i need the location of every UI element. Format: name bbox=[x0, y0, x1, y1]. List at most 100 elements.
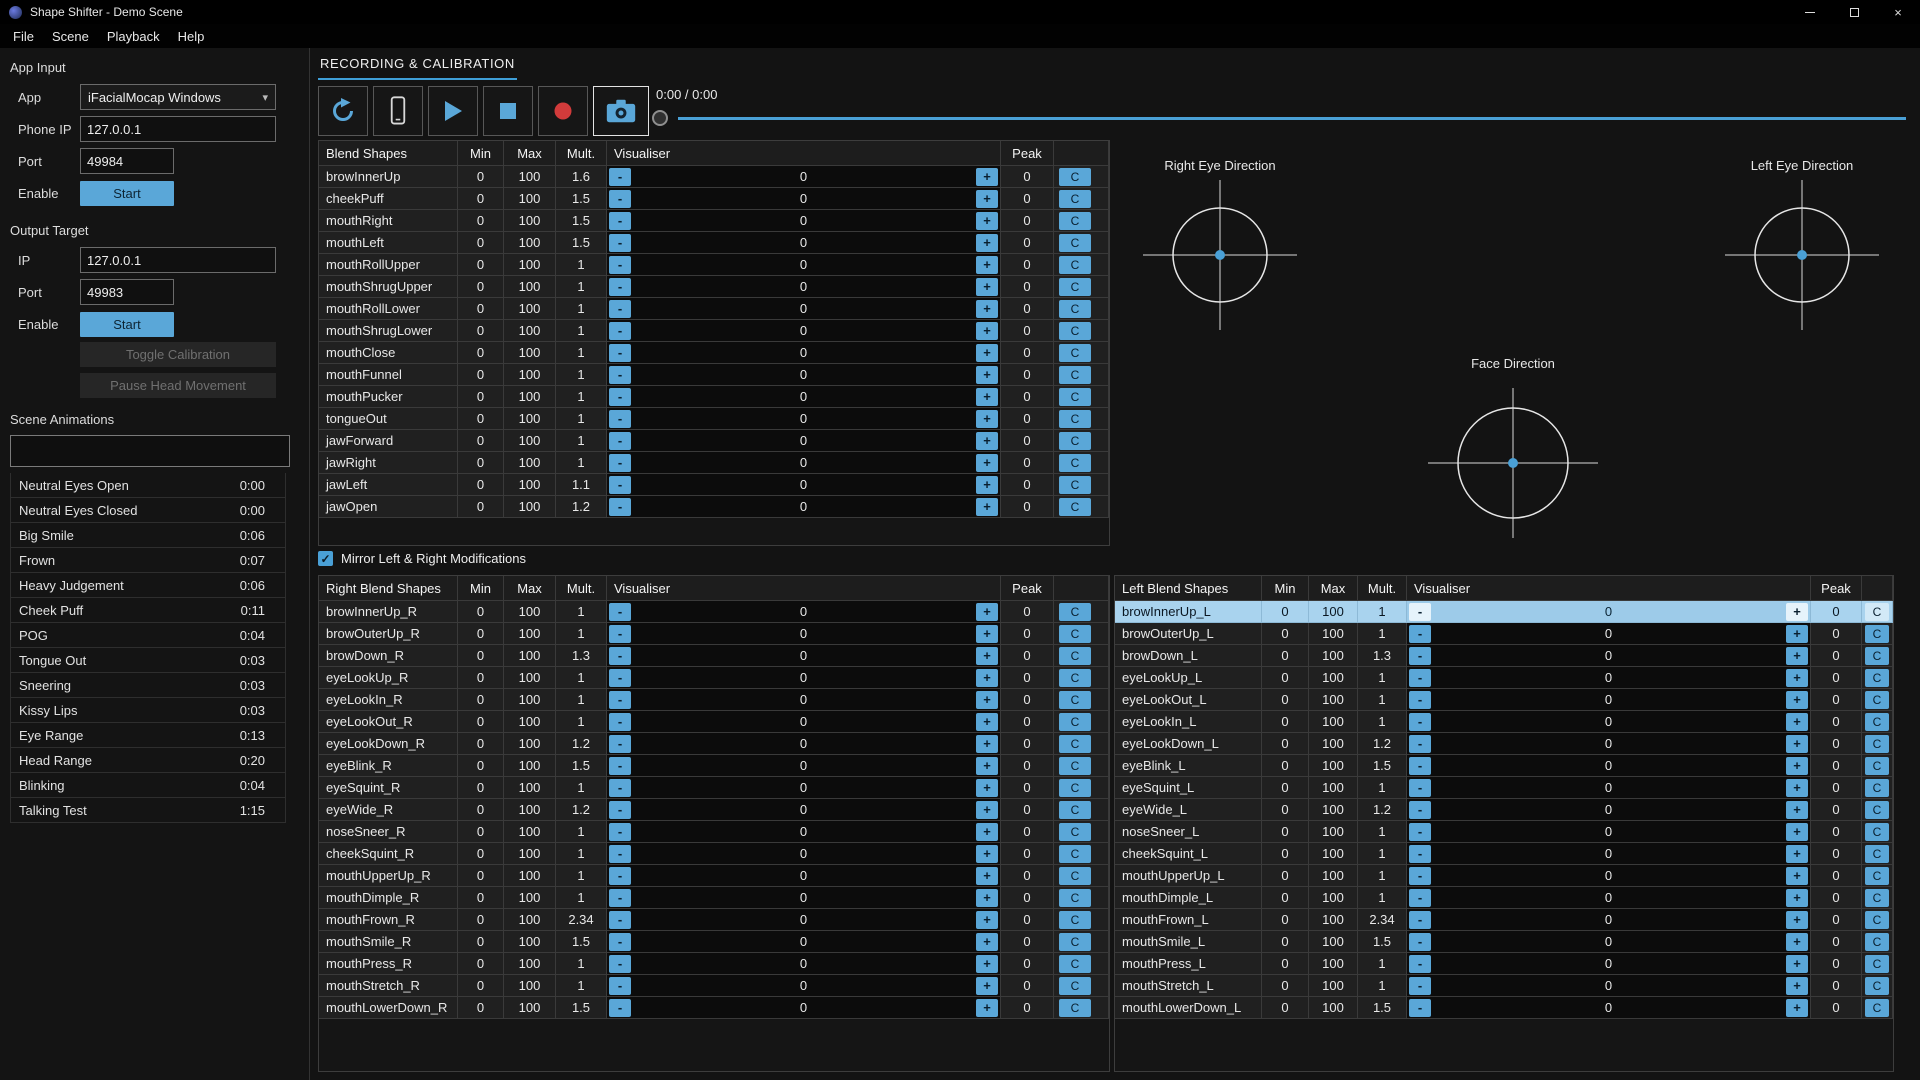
decrease-button[interactable]: - bbox=[609, 690, 631, 709]
blend-shape-row[interactable]: mouthRollUpper 0 100 1 - 0 + 0 C bbox=[319, 254, 1109, 276]
mult-value[interactable]: 1.2 bbox=[556, 733, 607, 755]
calibrate-button[interactable]: C bbox=[1865, 954, 1889, 973]
min-value[interactable]: 0 bbox=[1262, 997, 1309, 1019]
max-value[interactable]: 100 bbox=[1309, 865, 1358, 887]
max-value[interactable]: 100 bbox=[504, 276, 556, 298]
blend-shape-row[interactable]: mouthPress_R 0 100 1 - 0 + 0 C bbox=[319, 953, 1109, 975]
mult-value[interactable]: 1.2 bbox=[1358, 733, 1407, 755]
timeline-knob[interactable] bbox=[652, 110, 668, 126]
increase-button[interactable]: + bbox=[976, 756, 998, 775]
blend-shape-row[interactable]: mouthDimple_R 0 100 1 - 0 + 0 C bbox=[319, 887, 1109, 909]
menu-help[interactable]: Help bbox=[169, 29, 214, 44]
camera-snapshot-button[interactable] bbox=[593, 86, 649, 136]
mult-value[interactable]: 1 bbox=[1358, 887, 1407, 909]
mult-value[interactable]: 1 bbox=[1358, 667, 1407, 689]
calibrate-button[interactable]: C bbox=[1865, 668, 1889, 687]
max-value[interactable]: 100 bbox=[504, 667, 556, 689]
calibrate-button[interactable]: C bbox=[1865, 756, 1889, 775]
increase-button[interactable]: + bbox=[1786, 756, 1808, 775]
animation-list-item[interactable]: Heavy Judgement 0:06 bbox=[10, 573, 286, 598]
max-value[interactable]: 100 bbox=[504, 364, 556, 386]
blend-shape-row[interactable]: browDown_R 0 100 1.3 - 0 + 0 C bbox=[319, 645, 1109, 667]
min-value[interactable]: 0 bbox=[458, 298, 504, 320]
max-value[interactable]: 100 bbox=[504, 320, 556, 342]
increase-button[interactable]: + bbox=[976, 475, 998, 494]
blend-shape-row[interactable]: mouthLeft 0 100 1.5 - 0 + 0 C bbox=[319, 232, 1109, 254]
min-value[interactable]: 0 bbox=[458, 188, 504, 210]
mult-value[interactable]: 1 bbox=[556, 865, 607, 887]
min-value[interactable]: 0 bbox=[1262, 623, 1309, 645]
min-value[interactable]: 0 bbox=[1262, 755, 1309, 777]
mult-value[interactable]: 1 bbox=[556, 821, 607, 843]
mult-value[interactable]: 1.2 bbox=[1358, 799, 1407, 821]
decrease-button[interactable]: - bbox=[609, 497, 631, 516]
decrease-button[interactable]: - bbox=[1409, 646, 1431, 665]
stop-button[interactable] bbox=[483, 86, 533, 136]
blend-shape-row[interactable]: mouthSmile_L 0 100 1.5 - 0 + 0 C bbox=[1115, 931, 1893, 953]
max-value[interactable]: 100 bbox=[1309, 645, 1358, 667]
min-value[interactable]: 0 bbox=[1262, 887, 1309, 909]
animation-list-item[interactable]: Blinking 0:04 bbox=[10, 773, 286, 798]
calibrate-button[interactable]: C bbox=[1865, 822, 1889, 841]
calibrate-button[interactable]: C bbox=[1059, 453, 1091, 472]
calibrate-button[interactable]: C bbox=[1865, 866, 1889, 885]
increase-button[interactable]: + bbox=[1786, 954, 1808, 973]
calibrate-button[interactable]: C bbox=[1059, 690, 1091, 709]
min-value[interactable]: 0 bbox=[1262, 953, 1309, 975]
blend-shape-row[interactable]: eyeWide_R 0 100 1.2 - 0 + 0 C bbox=[319, 799, 1109, 821]
max-value[interactable]: 100 bbox=[504, 342, 556, 364]
min-value[interactable]: 0 bbox=[1262, 799, 1309, 821]
min-value[interactable]: 0 bbox=[458, 645, 504, 667]
calibrate-button[interactable]: C bbox=[1059, 475, 1091, 494]
increase-button[interactable]: + bbox=[976, 602, 998, 621]
animation-list-item[interactable]: Kissy Lips 0:03 bbox=[10, 698, 286, 723]
min-value[interactable]: 0 bbox=[458, 342, 504, 364]
mult-value[interactable]: 1 bbox=[556, 298, 607, 320]
increase-button[interactable]: + bbox=[1786, 734, 1808, 753]
decrease-button[interactable]: - bbox=[1409, 778, 1431, 797]
decrease-button[interactable]: - bbox=[609, 453, 631, 472]
calibrate-button[interactable]: C bbox=[1865, 910, 1889, 929]
increase-button[interactable]: + bbox=[976, 888, 998, 907]
max-value[interactable]: 100 bbox=[504, 799, 556, 821]
min-value[interactable]: 0 bbox=[458, 166, 504, 188]
mult-value[interactable]: 1 bbox=[556, 276, 607, 298]
max-value[interactable]: 100 bbox=[504, 496, 556, 518]
max-value[interactable]: 100 bbox=[504, 298, 556, 320]
calibrate-button[interactable]: C bbox=[1059, 866, 1091, 885]
calibrate-button[interactable]: C bbox=[1059, 910, 1091, 929]
record-button[interactable] bbox=[538, 86, 588, 136]
blend-shape-row[interactable]: mouthRollLower 0 100 1 - 0 + 0 C bbox=[319, 298, 1109, 320]
increase-button[interactable]: + bbox=[976, 497, 998, 516]
max-value[interactable]: 100 bbox=[504, 254, 556, 276]
menu-scene[interactable]: Scene bbox=[43, 29, 98, 44]
animation-name-box[interactable] bbox=[10, 435, 290, 467]
max-value[interactable]: 100 bbox=[504, 777, 556, 799]
calibrate-button[interactable]: C bbox=[1865, 690, 1889, 709]
calibrate-button[interactable]: C bbox=[1059, 822, 1091, 841]
min-value[interactable]: 0 bbox=[458, 667, 504, 689]
blend-shape-row[interactable]: noseSneer_R 0 100 1 - 0 + 0 C bbox=[319, 821, 1109, 843]
mult-value[interactable]: 1 bbox=[556, 408, 607, 430]
max-value[interactable]: 100 bbox=[504, 909, 556, 931]
increase-button[interactable]: + bbox=[976, 646, 998, 665]
animation-list-item[interactable]: Neutral Eyes Open 0:00 bbox=[10, 473, 286, 498]
min-value[interactable]: 0 bbox=[458, 254, 504, 276]
calibrate-button[interactable]: C bbox=[1059, 431, 1091, 450]
calibrate-button[interactable]: C bbox=[1865, 778, 1889, 797]
max-value[interactable]: 100 bbox=[1309, 623, 1358, 645]
increase-button[interactable]: + bbox=[976, 822, 998, 841]
increase-button[interactable]: + bbox=[976, 365, 998, 384]
mult-value[interactable]: 1.1 bbox=[556, 474, 607, 496]
blend-shape-row[interactable]: browInnerUp 0 100 1.6 - 0 + 0 C bbox=[319, 166, 1109, 188]
blend-shape-row[interactable]: jawOpen 0 100 1.2 - 0 + 0 C bbox=[319, 496, 1109, 518]
min-value[interactable]: 0 bbox=[458, 755, 504, 777]
increase-button[interactable]: + bbox=[976, 233, 998, 252]
decrease-button[interactable]: - bbox=[609, 866, 631, 885]
calibrate-button[interactable]: C bbox=[1059, 255, 1091, 274]
decrease-button[interactable]: - bbox=[609, 822, 631, 841]
blend-shape-row[interactable]: mouthClose 0 100 1 - 0 + 0 C bbox=[319, 342, 1109, 364]
max-value[interactable]: 100 bbox=[1309, 953, 1358, 975]
max-value[interactable]: 100 bbox=[504, 645, 556, 667]
min-value[interactable]: 0 bbox=[458, 909, 504, 931]
